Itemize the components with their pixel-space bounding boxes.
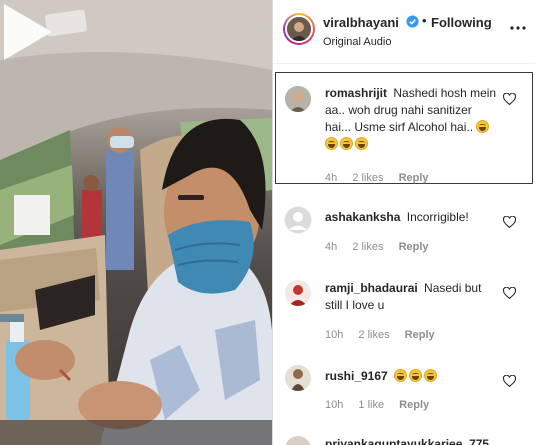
grinning-emoji-icon <box>424 369 438 382</box>
comment-text: priyankaguptayukkarjee_775 <box>325 436 525 445</box>
reply-button[interactable]: Reply <box>399 172 429 184</box>
heart-icon[interactable] <box>503 93 516 105</box>
comment-time[interactable]: 10h <box>325 399 343 411</box>
video-frame <box>0 0 272 445</box>
author-avatar[interactable] <box>283 13 315 45</box>
video-player[interactable] <box>0 0 272 445</box>
grinning-emoji-icon <box>340 137 353 150</box>
commenter-avatar[interactable] <box>285 436 311 445</box>
grinning-emoji-icon <box>409 369 423 382</box>
grinning-emoji-icon <box>355 137 368 150</box>
comment-likes[interactable]: 2 likes <box>352 241 383 253</box>
original-audio-link[interactable]: Original Audio <box>323 36 392 48</box>
reply-button[interactable]: Reply <box>399 399 429 411</box>
author-username[interactable]: viralbhayani <box>323 15 399 30</box>
comment-likes[interactable]: 1 like <box>358 399 384 411</box>
heart-icon[interactable] <box>503 216 516 228</box>
verified-badge-icon <box>406 15 419 28</box>
comment-text: ashakanksha Incorrigible! <box>325 209 501 226</box>
emoji-group <box>394 369 439 383</box>
comment-username[interactable]: romashrijit <box>325 86 387 100</box>
comment-time[interactable]: 4h <box>325 172 337 184</box>
commenter-avatar[interactable] <box>285 280 311 306</box>
reply-button[interactable]: Reply <box>405 329 435 341</box>
comment-username[interactable]: ramji_bhadaurai <box>325 281 418 295</box>
grinning-emoji-icon <box>394 369 408 382</box>
commenter-avatar[interactable] <box>284 206 312 234</box>
comment-meta: 10h 2 likes Reply <box>325 329 447 341</box>
comment-username[interactable]: rushi_9167 <box>325 369 388 383</box>
comment-meta: 4h 2 likes Reply <box>325 172 441 184</box>
author-avatar-image <box>287 17 311 41</box>
comment-time[interactable]: 4h <box>325 241 337 253</box>
comment-likes[interactable]: 2 likes <box>358 329 389 341</box>
post-header: viralbhayani • Following Original Audio <box>273 0 535 64</box>
heart-icon[interactable] <box>503 287 516 299</box>
following-button[interactable]: Following <box>431 15 492 30</box>
comment-text: rushi_9167 <box>325 368 501 385</box>
grinning-emoji-icon <box>325 137 338 150</box>
comment-username[interactable]: ashakanksha <box>325 210 400 224</box>
commenter-avatar-image <box>285 280 311 306</box>
comment-time[interactable]: 10h <box>325 329 343 341</box>
comments-panel: viralbhayani • Following Original Audio … <box>272 0 535 445</box>
commenter-avatar-image <box>285 365 311 391</box>
comment-username[interactable]: priyankaguptayukkarjee_775 <box>325 437 489 445</box>
separator-dot: • <box>422 13 427 28</box>
comment-text: romashrijit Nashedi hosh mein aa.. woh d… <box>325 85 501 153</box>
reply-button[interactable]: Reply <box>399 241 429 253</box>
default-avatar-icon <box>284 206 312 234</box>
comment-likes[interactable]: 2 likes <box>352 172 383 184</box>
commenter-avatar[interactable] <box>285 86 311 112</box>
commenter-avatar[interactable] <box>285 365 311 391</box>
commenter-avatar-image <box>285 86 311 112</box>
heart-icon[interactable] <box>503 375 516 387</box>
comment-meta: 10h 1 like Reply <box>325 399 441 411</box>
comment-body: Incorrigible! <box>406 210 469 224</box>
grinning-emoji-icon <box>476 120 490 133</box>
comment-meta: 4h 2 likes Reply <box>325 241 441 253</box>
more-options-icon[interactable] <box>509 22 527 34</box>
comment-text: ramji_bhadaurai Nasedi but still I love … <box>325 280 501 314</box>
play-icon[interactable] <box>0 0 56 64</box>
